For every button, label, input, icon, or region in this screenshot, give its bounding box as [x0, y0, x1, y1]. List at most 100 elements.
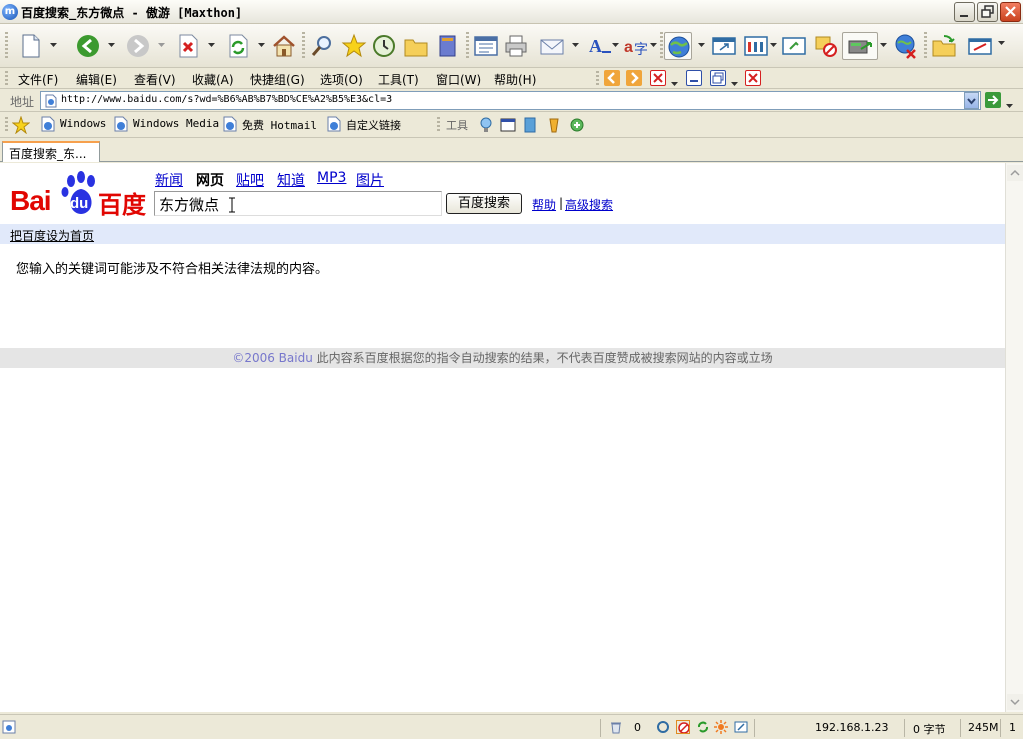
translate-dropdown[interactable]: [650, 43, 657, 48]
prev-tab-button[interactable]: [604, 70, 620, 86]
compose-button[interactable]: [966, 32, 994, 60]
block-popup-button[interactable]: [812, 32, 840, 60]
screen-edit-icon[interactable]: [734, 720, 748, 734]
sync-icon[interactable]: [656, 720, 670, 734]
logo-bai: Bai: [10, 185, 52, 216]
scroll-up-button[interactable]: [1007, 165, 1023, 181]
new-window-button[interactable]: [710, 32, 738, 60]
go-dropdown[interactable]: [1006, 98, 1013, 112]
sun-icon[interactable]: [714, 720, 728, 734]
screenshot-button[interactable]: [780, 32, 808, 60]
minimize-tab-button[interactable]: [686, 70, 702, 86]
maxthon-app-icon[interactable]: m: [2, 4, 18, 20]
globe-settings-button[interactable]: [892, 32, 920, 60]
toolbar-gripper[interactable]: [5, 32, 8, 60]
links-gripper[interactable]: [5, 117, 8, 132]
search-submit-button[interactable]: 百度搜索: [446, 193, 522, 214]
tools-cleaner-icon[interactable]: [546, 117, 562, 133]
scroll-down-button[interactable]: [1007, 694, 1023, 710]
menu-help[interactable]: 帮助(H): [494, 71, 536, 88]
explorer-button[interactable]: [930, 32, 958, 60]
menu-view[interactable]: 查看(V): [134, 71, 176, 88]
help-link[interactable]: 帮助: [532, 196, 556, 213]
forward-dropdown[interactable]: [158, 43, 165, 48]
refresh-button[interactable]: [224, 32, 252, 60]
link-windows-media[interactable]: Windows Media: [133, 117, 219, 130]
sidebar-button[interactable]: [472, 32, 500, 60]
menu-gripper[interactable]: [5, 71, 8, 86]
vertical-scrollbar[interactable]: [1005, 163, 1023, 712]
tab-baidu-search[interactable]: 百度搜索_东...: [2, 141, 100, 162]
proxy-button[interactable]: [842, 32, 878, 60]
notes-button[interactable]: [434, 32, 462, 60]
advanced-search-link[interactable]: 高级搜索: [565, 196, 613, 213]
tools-window-icon[interactable]: [500, 117, 516, 133]
web-dropdown[interactable]: [698, 43, 705, 48]
refresh-dropdown[interactable]: [258, 43, 265, 48]
home-button[interactable]: [270, 32, 298, 60]
restore-tab-button[interactable]: [710, 70, 726, 86]
popup-blocker-icon[interactable]: [676, 720, 690, 734]
link-windows[interactable]: Windows: [60, 117, 106, 130]
menu-file[interactable]: 文件(F): [18, 71, 58, 88]
go-button[interactable]: [985, 92, 1001, 108]
forward-button[interactable]: [124, 32, 152, 60]
groups-dropdown[interactable]: [770, 43, 777, 48]
stop-button[interactable]: [174, 32, 202, 60]
font-size-button[interactable]: A: [586, 32, 614, 60]
nav-mp3[interactable]: MP3: [317, 170, 346, 186]
tools-plugin-icon[interactable]: [569, 117, 585, 133]
close-all-tabs-button[interactable]: [745, 70, 761, 86]
address-dropdown-button[interactable]: [964, 92, 979, 109]
web-button[interactable]: [664, 32, 692, 60]
toolbar-overflow-chevron[interactable]: [998, 41, 1005, 46]
title-bar[interactable]: m 百度搜索_东方微点 - 傲游 [Maxthon]: [0, 0, 1023, 24]
link-custom[interactable]: 自定义链接: [346, 117, 401, 133]
set-homepage-link[interactable]: 把百度设为首页: [10, 227, 94, 244]
history-button[interactable]: [370, 32, 398, 60]
baidu-logo[interactable]: Bai du 百度: [10, 171, 146, 219]
menu-favorites[interactable]: 收藏(A): [192, 71, 234, 88]
menu-quick-groups[interactable]: 快捷组(G): [250, 71, 305, 88]
tools-book-icon[interactable]: [522, 117, 538, 133]
next-tab-button[interactable]: [626, 70, 642, 86]
back-dropdown[interactable]: [108, 43, 115, 48]
search-input[interactable]: 东方微点: [154, 191, 442, 216]
close-button[interactable]: [1000, 2, 1021, 22]
mail-dropdown[interactable]: [572, 43, 579, 48]
footer-copyright[interactable]: ©2006 Baidu: [232, 351, 313, 365]
close-tab-dropdown[interactable]: [671, 76, 678, 90]
restore-button[interactable]: [977, 2, 998, 22]
font-size-dropdown[interactable]: [612, 43, 619, 48]
proxy-dropdown[interactable]: [880, 43, 887, 48]
mail-button[interactable]: [538, 32, 566, 60]
nav-zhidao[interactable]: 知道: [277, 170, 305, 190]
search-button[interactable]: [308, 32, 336, 60]
translate-button[interactable]: a字: [622, 32, 650, 60]
tools-bulb-icon[interactable]: [478, 117, 494, 133]
menu-edit[interactable]: 编辑(E): [76, 71, 117, 88]
stop-dropdown[interactable]: [208, 43, 215, 48]
menu-tools[interactable]: 工具(T): [378, 71, 419, 88]
new-page-button[interactable]: [16, 32, 44, 60]
nav-tieba[interactable]: 贴吧: [236, 170, 264, 190]
favorites-star-icon[interactable]: [12, 116, 30, 134]
favorites-button[interactable]: [340, 32, 368, 60]
back-button[interactable]: [74, 32, 102, 60]
groups-button[interactable]: [742, 32, 770, 60]
trash-icon[interactable]: [609, 720, 623, 734]
close-tab-button[interactable]: [650, 70, 666, 86]
minimize-button[interactable]: [954, 2, 975, 22]
refresh-status-icon[interactable]: [696, 720, 710, 734]
open-folder-button[interactable]: [402, 32, 430, 60]
new-page-dropdown[interactable]: [50, 43, 57, 48]
menu-options[interactable]: 选项(O): [320, 71, 363, 88]
chevron-down-icon: [258, 43, 265, 47]
nav-images[interactable]: 图片: [356, 170, 384, 190]
menu-window[interactable]: 窗口(W): [436, 71, 481, 88]
restore-tab-dropdown[interactable]: [731, 76, 738, 90]
nav-news[interactable]: 新闻: [155, 170, 183, 190]
address-input[interactable]: http://www.baidu.com/s?wd=%B6%AB%B7%BD%C…: [40, 91, 981, 110]
print-button[interactable]: [502, 32, 530, 60]
link-hotmail[interactable]: 免费 Hotmail: [242, 117, 317, 133]
